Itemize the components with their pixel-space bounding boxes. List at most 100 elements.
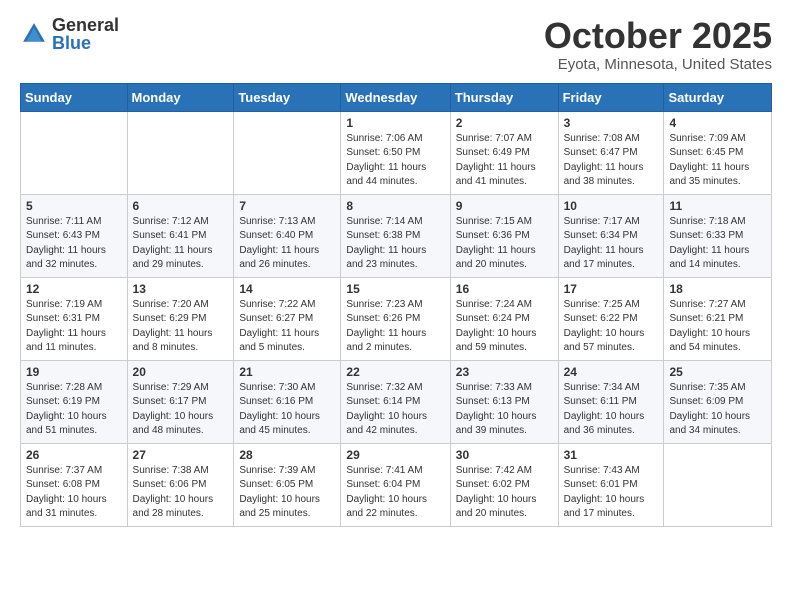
day-number: 16 — [456, 282, 553, 296]
day-number: 10 — [564, 199, 659, 213]
calendar-cell — [234, 111, 341, 194]
page: General Blue October 2025 Eyota, Minneso… — [0, 0, 792, 612]
logo-text: General Blue — [52, 16, 119, 52]
day-info: Sunrise: 7:06 AM Sunset: 6:50 PM Dayligh… — [346, 132, 444, 190]
day-number: 24 — [564, 365, 659, 379]
calendar-cell: 12 Sunrise: 7:19 AM Sunset: 6:31 PM Dayli… — [21, 277, 128, 360]
day-number: 6 — [133, 199, 229, 213]
day-info: Sunrise: 7:43 AM Sunset: 6:01 PM Dayligh… — [564, 464, 659, 522]
day-info: Sunrise: 7:14 AM Sunset: 6:38 PM Dayligh… — [346, 215, 444, 273]
calendar-week-1: 1 Sunrise: 7:06 AM Sunset: 6:50 PM Daylig… — [21, 111, 772, 194]
calendar-cell: 27Sunrise: 7:38 AM Sunset: 6:06 PM Dayli… — [127, 443, 234, 526]
calendar-week-5: 26 Sunrise: 7:37 AM Sunset: 6:08 PM Dayli… — [21, 443, 772, 526]
day-info: Sunrise: 7:19 AM Sunset: 6:31 PM Dayligh… — [26, 298, 122, 356]
day-number: 14 — [239, 282, 335, 296]
calendar-cell: 8 Sunrise: 7:14 AM Sunset: 6:38 PM Daylig… — [341, 194, 450, 277]
calendar-cell — [127, 111, 234, 194]
day-info: Sunrise: 7:17 AM Sunset: 6:34 PM Dayligh… — [564, 215, 659, 273]
day-info: Sunrise: 7:11 AM Sunset: 6:43 PM Dayligh… — [26, 215, 122, 273]
calendar-cell: 23Sunrise: 7:33 AM Sunset: 6:13 PM Dayli… — [450, 360, 558, 443]
logo-icon — [20, 20, 48, 48]
day-info: Sunrise: 7:27 AM Sunset: 6:21 PM Dayligh… — [669, 298, 766, 356]
day-info: Sunrise: 7:22 AM Sunset: 6:27 PM Dayligh… — [239, 298, 335, 356]
day-number: 30 — [456, 448, 553, 462]
title-block: October 2025 Eyota, Minnesota, United St… — [544, 16, 772, 73]
header-saturday: Saturday — [664, 83, 772, 111]
calendar-cell: 29 Sunrise: 7:41 AM Sunset: 6:04 PM Dayli… — [341, 443, 450, 526]
day-info: Sunrise: 7:12 AM Sunset: 6:41 PM Dayligh… — [133, 215, 229, 273]
day-number: 9 — [456, 199, 553, 213]
calendar-cell: 6 Sunrise: 7:12 AM Sunset: 6:41 PM Daylig… — [127, 194, 234, 277]
day-info: Sunrise: 7:25 AM Sunset: 6:22 PM Dayligh… — [564, 298, 659, 356]
header: General Blue October 2025 Eyota, Minneso… — [20, 16, 772, 73]
calendar-cell — [21, 111, 128, 194]
day-info: Sunrise: 7:28 AM Sunset: 6:19 PM Dayligh… — [26, 381, 122, 439]
day-info: Sunrise: 7:20 AM Sunset: 6:29 PM Dayligh… — [133, 298, 229, 356]
day-number: 19 — [26, 365, 122, 379]
day-number: 4 — [669, 116, 766, 130]
day-info: Sunrise: 7:23 AM Sunset: 6:26 PM Dayligh… — [346, 298, 444, 356]
day-number: 28 — [239, 448, 335, 462]
calendar-cell: 9 Sunrise: 7:15 AM Sunset: 6:36 PM Daylig… — [450, 194, 558, 277]
title-month: October 2025 — [544, 16, 772, 56]
day-number: 20 — [133, 365, 229, 379]
calendar-cell: 5 Sunrise: 7:11 AM Sunset: 6:43 PM Daylig… — [21, 194, 128, 277]
day-info: Sunrise: 7:41 AM Sunset: 6:04 PM Dayligh… — [346, 464, 444, 522]
day-info: Sunrise: 7:15 AM Sunset: 6:36 PM Dayligh… — [456, 215, 553, 273]
day-number: 13 — [133, 282, 229, 296]
day-info: Sunrise: 7:24 AM Sunset: 6:24 PM Dayligh… — [456, 298, 553, 356]
day-number: 3 — [564, 116, 659, 130]
day-number: 2 — [456, 116, 553, 130]
day-info: Sunrise: 7:35 AM Sunset: 6:09 PM Dayligh… — [669, 381, 766, 439]
day-number: 5 — [26, 199, 122, 213]
day-number: 17 — [564, 282, 659, 296]
calendar-cell: 3 Sunrise: 7:08 AM Sunset: 6:47 PM Daylig… — [558, 111, 664, 194]
calendar-cell: 18Sunrise: 7:27 AM Sunset: 6:21 PM Dayli… — [664, 277, 772, 360]
header-friday: Friday — [558, 83, 664, 111]
calendar-cell: 20 Sunrise: 7:29 AM Sunset: 6:17 PM Dayli… — [127, 360, 234, 443]
header-thursday: Thursday — [450, 83, 558, 111]
calendar-cell: 24 Sunrise: 7:34 AM Sunset: 6:11 PM Dayli… — [558, 360, 664, 443]
day-info: Sunrise: 7:33 AM Sunset: 6:13 PM Dayligh… — [456, 381, 553, 439]
day-info: Sunrise: 7:42 AM Sunset: 6:02 PM Dayligh… — [456, 464, 553, 522]
calendar-week-3: 12 Sunrise: 7:19 AM Sunset: 6:31 PM Dayli… — [21, 277, 772, 360]
day-number: 25 — [669, 365, 766, 379]
day-number: 15 — [346, 282, 444, 296]
logo-general-text: General — [52, 16, 119, 34]
day-info: Sunrise: 7:18 AM Sunset: 6:33 PM Dayligh… — [669, 215, 766, 273]
title-location: Eyota, Minnesota, United States — [544, 56, 772, 73]
logo: General Blue — [20, 16, 119, 52]
calendar-cell: 17 Sunrise: 7:25 AM Sunset: 6:22 PM Dayli… — [558, 277, 664, 360]
calendar-cell: 10 Sunrise: 7:17 AM Sunset: 6:34 PM Dayli… — [558, 194, 664, 277]
day-info: Sunrise: 7:07 AM Sunset: 6:49 PM Dayligh… — [456, 132, 553, 190]
header-monday: Monday — [127, 83, 234, 111]
calendar-cell: 16 Sunrise: 7:24 AM Sunset: 6:24 PM Dayli… — [450, 277, 558, 360]
day-info: Sunrise: 7:09 AM Sunset: 6:45 PM Dayligh… — [669, 132, 766, 190]
calendar-cell: 14 Sunrise: 7:22 AM Sunset: 6:27 PM Dayli… — [234, 277, 341, 360]
calendar-cell: 22Sunrise: 7:32 AM Sunset: 6:14 PM Dayli… — [341, 360, 450, 443]
day-info: Sunrise: 7:29 AM Sunset: 6:17 PM Dayligh… — [133, 381, 229, 439]
header-sunday: Sunday — [21, 83, 128, 111]
day-info: Sunrise: 7:37 AM Sunset: 6:08 PM Dayligh… — [26, 464, 122, 522]
header-wednesday: Wednesday — [341, 83, 450, 111]
calendar-cell: 30 Sunrise: 7:42 AM Sunset: 6:02 PM Dayli… — [450, 443, 558, 526]
day-number: 26 — [26, 448, 122, 462]
calendar-cell: 4 Sunrise: 7:09 AM Sunset: 6:45 PM Daylig… — [664, 111, 772, 194]
day-info: Sunrise: 7:32 AM Sunset: 6:14 PM Dayligh… — [346, 381, 444, 439]
day-number: 21 — [239, 365, 335, 379]
calendar-header-row: Sunday Monday Tuesday Wednesday Thursday… — [21, 83, 772, 111]
day-number: 8 — [346, 199, 444, 213]
day-number: 12 — [26, 282, 122, 296]
day-info: Sunrise: 7:08 AM Sunset: 6:47 PM Dayligh… — [564, 132, 659, 190]
day-number: 27 — [133, 448, 229, 462]
day-info: Sunrise: 7:39 AM Sunset: 6:05 PM Dayligh… — [239, 464, 335, 522]
day-info: Sunrise: 7:13 AM Sunset: 6:40 PM Dayligh… — [239, 215, 335, 273]
calendar-cell: 28 Sunrise: 7:39 AM Sunset: 6:05 PM Dayli… — [234, 443, 341, 526]
day-number: 29 — [346, 448, 444, 462]
calendar-cell: 21Sunrise: 7:30 AM Sunset: 6:16 PM Dayli… — [234, 360, 341, 443]
calendar-cell: 2 Sunrise: 7:07 AM Sunset: 6:49 PM Daylig… — [450, 111, 558, 194]
day-number: 1 — [346, 116, 444, 130]
day-info: Sunrise: 7:34 AM Sunset: 6:11 PM Dayligh… — [564, 381, 659, 439]
calendar-cell: 26 Sunrise: 7:37 AM Sunset: 6:08 PM Dayli… — [21, 443, 128, 526]
calendar-week-4: 19 Sunrise: 7:28 AM Sunset: 6:19 PM Dayli… — [21, 360, 772, 443]
